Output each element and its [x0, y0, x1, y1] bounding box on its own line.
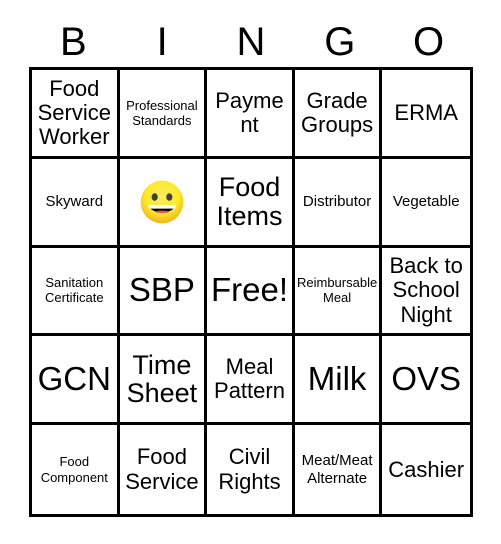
- bingo-cell-label: Cashier: [388, 456, 465, 482]
- bingo-cell-label: Civil Rights: [218, 444, 281, 494]
- bingo-cell[interactable]: Meat/Meat Alternate: [294, 425, 383, 514]
- bingo-cell-free-space[interactable]: [119, 158, 208, 248]
- bingo-cell[interactable]: Reimbursable Meal: [294, 247, 383, 337]
- bingo-cell-label: Skyward: [45, 193, 104, 211]
- bingo-cell[interactable]: OVS: [382, 336, 470, 426]
- bingo-cell-label: ERMA: [394, 99, 458, 125]
- bingo-cell[interactable]: Food Service Worker: [32, 70, 120, 159]
- bingo-cell-label: Grade Groups: [301, 87, 374, 137]
- bingo-cell[interactable]: ERMA: [382, 70, 470, 159]
- bingo-header: B I N G O: [29, 17, 473, 67]
- bingo-cell-label: Free!: [210, 271, 288, 309]
- bingo-cell[interactable]: SBP: [119, 247, 208, 337]
- bingo-cell-label: Reimbursable Meal: [296, 275, 378, 306]
- bingo-header-letter-i: I: [156, 20, 168, 64]
- bingo-cell[interactable]: Back to School Night: [382, 247, 470, 337]
- bingo-cell[interactable]: Cashier: [382, 425, 470, 514]
- bingo-cell[interactable]: Professional Standards: [119, 70, 208, 159]
- bingo-header-letter-g: G: [324, 20, 356, 64]
- bingo-cell[interactable]: Food Component: [32, 425, 120, 514]
- bingo-cell-label: Meat/Meat Alternate: [301, 452, 373, 487]
- bingo-cell[interactable]: Grade Groups: [294, 70, 383, 159]
- bingo-cell[interactable]: Time Sheet: [119, 336, 208, 426]
- bingo-cell-label: Back to School Night: [389, 253, 463, 327]
- bingo-cell-label: GCN: [37, 360, 111, 398]
- bingo-cell[interactable]: Milk: [294, 336, 383, 426]
- bingo-cell-label: Food Items: [216, 172, 283, 231]
- bingo-cell[interactable]: Food Service: [119, 425, 208, 514]
- bingo-header-letter-b: B: [60, 20, 87, 64]
- bingo-cell-label: Sanitation Certificate: [45, 275, 104, 306]
- bingo-cell-label: Distributor: [302, 193, 372, 211]
- bingo-cell[interactable]: Vegetable: [382, 158, 470, 248]
- bingo-cell-label: Vegetable: [392, 193, 460, 211]
- bingo-header-letter-n: N: [236, 20, 266, 64]
- bingo-cell-label: SBP: [128, 271, 195, 309]
- bingo-cell-label: Food Service: [125, 444, 199, 494]
- bingo-header-letter-o: O: [413, 20, 445, 64]
- bingo-cell-label: Meal Pattern: [214, 354, 285, 404]
- bingo-cell[interactable]: Skyward: [32, 158, 120, 248]
- bingo-cell[interactable]: Sanitation Certificate: [32, 247, 120, 337]
- bingo-cell-label: Professional Standards: [126, 97, 198, 128]
- bingo-cell-label: Food Service Worker: [37, 75, 111, 149]
- bingo-cell-label: Food Component: [40, 454, 108, 485]
- bingo-cell-free[interactable]: Free!: [207, 247, 295, 337]
- bingo-cell-label: Payment: [215, 87, 284, 137]
- bingo-cell[interactable]: GCN: [32, 336, 120, 426]
- bingo-cell[interactable]: Meal Pattern: [207, 336, 295, 426]
- bingo-cell-label: OVS: [391, 360, 462, 398]
- bingo-cell[interactable]: Food Items: [207, 158, 295, 248]
- bingo-grid: Food Service Worker Professional Standar…: [29, 67, 473, 517]
- bingo-card: B I N G O Food Service Worker Profession…: [0, 0, 501, 544]
- bingo-cell[interactable]: Civil Rights: [207, 425, 295, 514]
- bingo-cell-label: Milk: [307, 360, 367, 398]
- grinning-face-emoji: [138, 178, 186, 226]
- bingo-cell[interactable]: Distributor: [294, 158, 383, 248]
- bingo-cell[interactable]: Payment: [207, 70, 295, 159]
- bingo-cell-label: Time Sheet: [126, 349, 198, 409]
